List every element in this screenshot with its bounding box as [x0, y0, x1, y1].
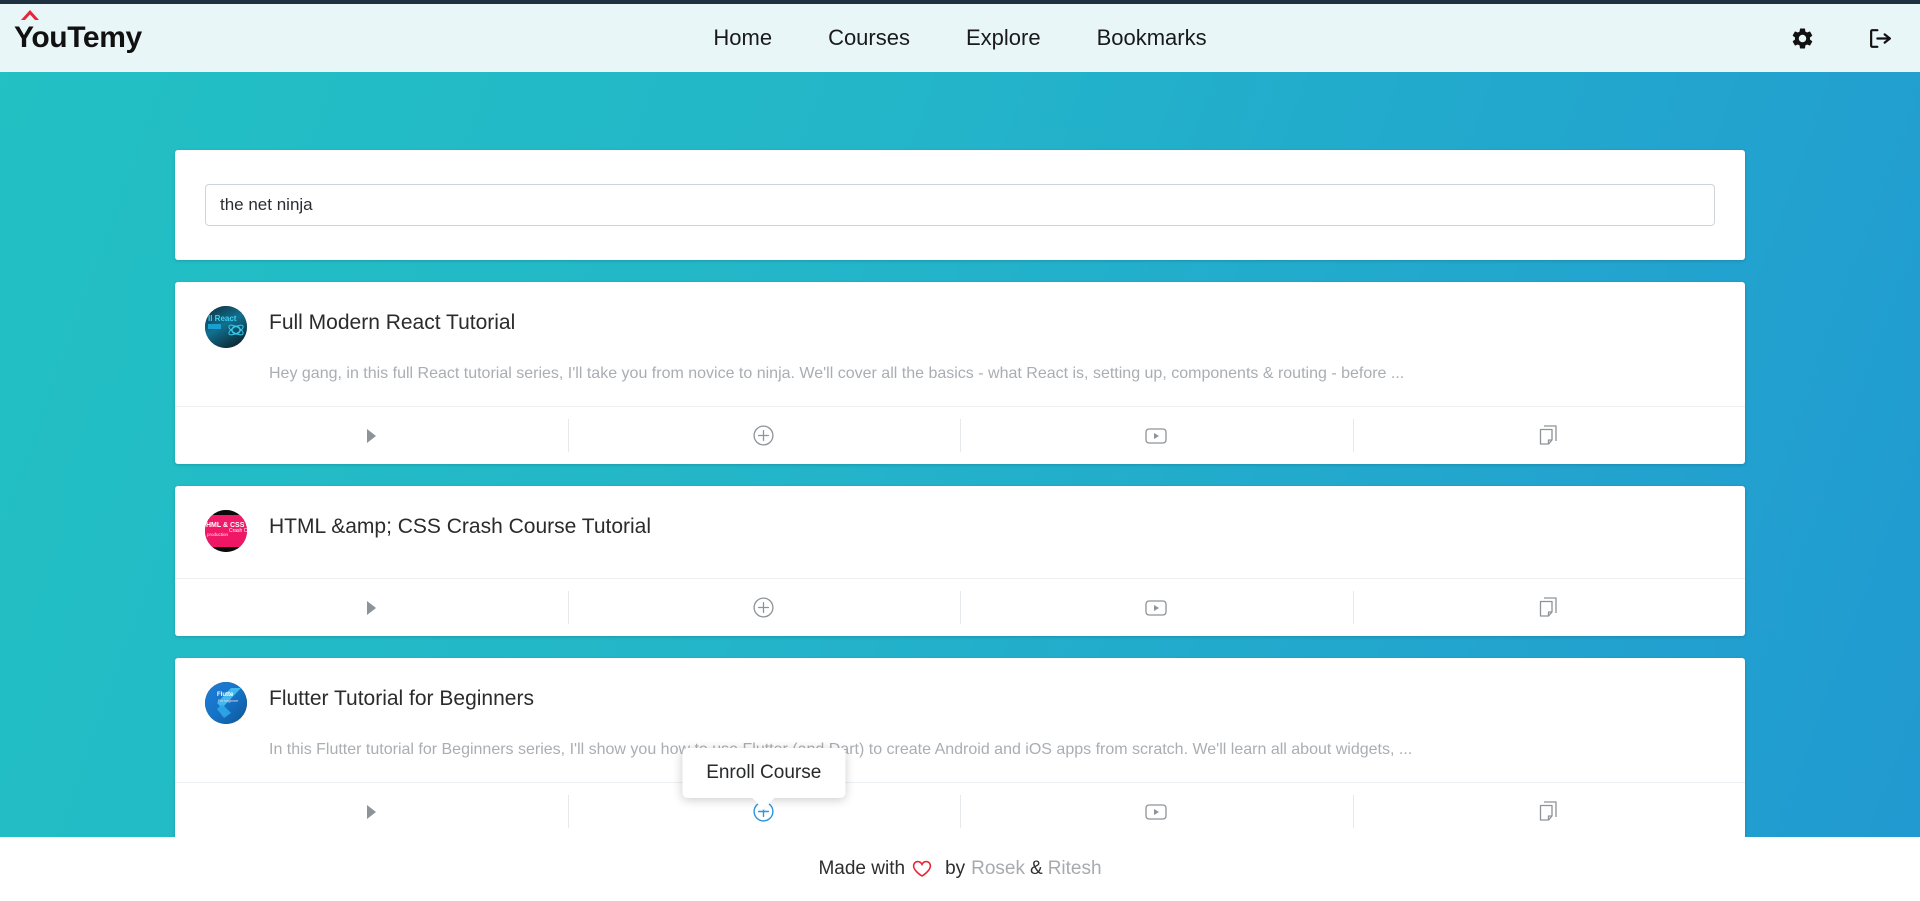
course-card: ll React Full Modern React Tutorial Hey …	[175, 282, 1745, 464]
enroll-course-button[interactable]: Enroll Course	[567, 748, 961, 837]
logout-icon[interactable]	[1866, 24, 1894, 52]
course-description: Hey gang, in this full React tutorial se…	[269, 365, 1405, 382]
course-action-bar	[175, 406, 1745, 464]
course-action-bar	[175, 578, 1745, 636]
nav-link-courses[interactable]: Courses	[828, 25, 910, 51]
copy-link-button[interactable]	[1352, 783, 1746, 837]
course-card: Flutte For beginner Flutter Tutorial for…	[175, 658, 1745, 837]
svg-text:Crash Cou: Crash Cou	[229, 528, 247, 534]
heart-icon	[912, 860, 932, 878]
footer-author-ritesh[interactable]: Ritesh	[1048, 858, 1102, 880]
course-card-head: HML & CSS production Crash Cou HTML &amp…	[205, 508, 1715, 552]
footer-made-with: Made with	[818, 858, 906, 879]
course-title: Full Modern React Tutorial	[269, 311, 516, 334]
thumbnail-image: Flutte For beginner	[205, 682, 247, 724]
nav-icon-group	[1788, 24, 1894, 52]
search-input[interactable]	[205, 184, 1715, 226]
svg-text:For beginner: For beginner	[218, 699, 239, 703]
course-thumbnail[interactable]: HML & CSS production Crash Cou	[205, 510, 247, 552]
svg-text:Flutte: Flutte	[217, 692, 234, 698]
youtube-link-button[interactable]	[960, 579, 1353, 636]
enroll-course-tooltip: Enroll Course	[682, 748, 846, 798]
course-card-body: Flutte For beginner Flutter Tutorial for…	[175, 658, 1745, 782]
enroll-course-button[interactable]	[567, 579, 961, 636]
play-course-button[interactable]	[175, 407, 568, 464]
course-title: Flutter Tutorial for Beginners	[269, 687, 534, 710]
thumbnail-image: ll React	[205, 306, 247, 348]
svg-text:production: production	[207, 532, 229, 537]
enroll-course-button[interactable]	[567, 407, 961, 464]
play-course-button[interactable]	[175, 579, 568, 636]
content-container: ll React Full Modern React Tutorial Hey …	[175, 72, 1745, 837]
course-action-bar: Enroll Course	[175, 748, 1746, 837]
search-card	[175, 150, 1745, 260]
course-card: HML & CSS production Crash Cou HTML &amp…	[175, 486, 1745, 636]
footer-author-rosek[interactable]: Rosek	[971, 858, 1025, 880]
settings-gear-icon[interactable]	[1788, 24, 1816, 52]
course-card-body: HML & CSS production Crash Cou HTML &amp…	[175, 486, 1745, 578]
nav-link-bookmarks[interactable]: Bookmarks	[1097, 25, 1207, 51]
footer-ampersand: &	[1030, 858, 1043, 879]
footer: Made with by Rosek & Ritesh	[0, 837, 1920, 901]
course-card-head: Flutte For beginner Flutter Tutorial for…	[205, 680, 1715, 724]
footer-by: by	[945, 858, 966, 879]
youtube-link-button[interactable]	[960, 407, 1353, 464]
course-description: In this Flutter tutorial for Beginners s…	[269, 741, 1413, 758]
course-card-body: ll React Full Modern React Tutorial Hey …	[175, 282, 1745, 406]
course-title: HTML &amp; CSS Crash Course Tutorial	[269, 515, 652, 538]
copy-link-button[interactable]	[1352, 579, 1746, 636]
svg-text:ll React: ll React	[208, 314, 237, 323]
course-card-head: ll React Full Modern React Tutorial	[205, 304, 1715, 348]
course-thumbnail[interactable]: ll React	[205, 306, 247, 348]
page-body: ll React Full Modern React Tutorial Hey …	[0, 72, 1920, 837]
top-strip	[0, 0, 1920, 4]
course-thumbnail[interactable]: Flutte For beginner	[205, 682, 247, 724]
play-course-button[interactable]	[175, 783, 568, 837]
copy-link-button[interactable]	[1352, 407, 1746, 464]
nav-links: Home Courses Explore Bookmarks	[0, 25, 1920, 51]
nav-link-home[interactable]: Home	[713, 25, 772, 51]
nav-link-explore[interactable]: Explore	[966, 25, 1041, 51]
thumbnail-image: HML & CSS production Crash Cou	[205, 510, 247, 552]
youtube-link-button[interactable]	[960, 783, 1353, 837]
navbar: YouTemy Home Courses Explore Bookmarks	[0, 4, 1920, 72]
